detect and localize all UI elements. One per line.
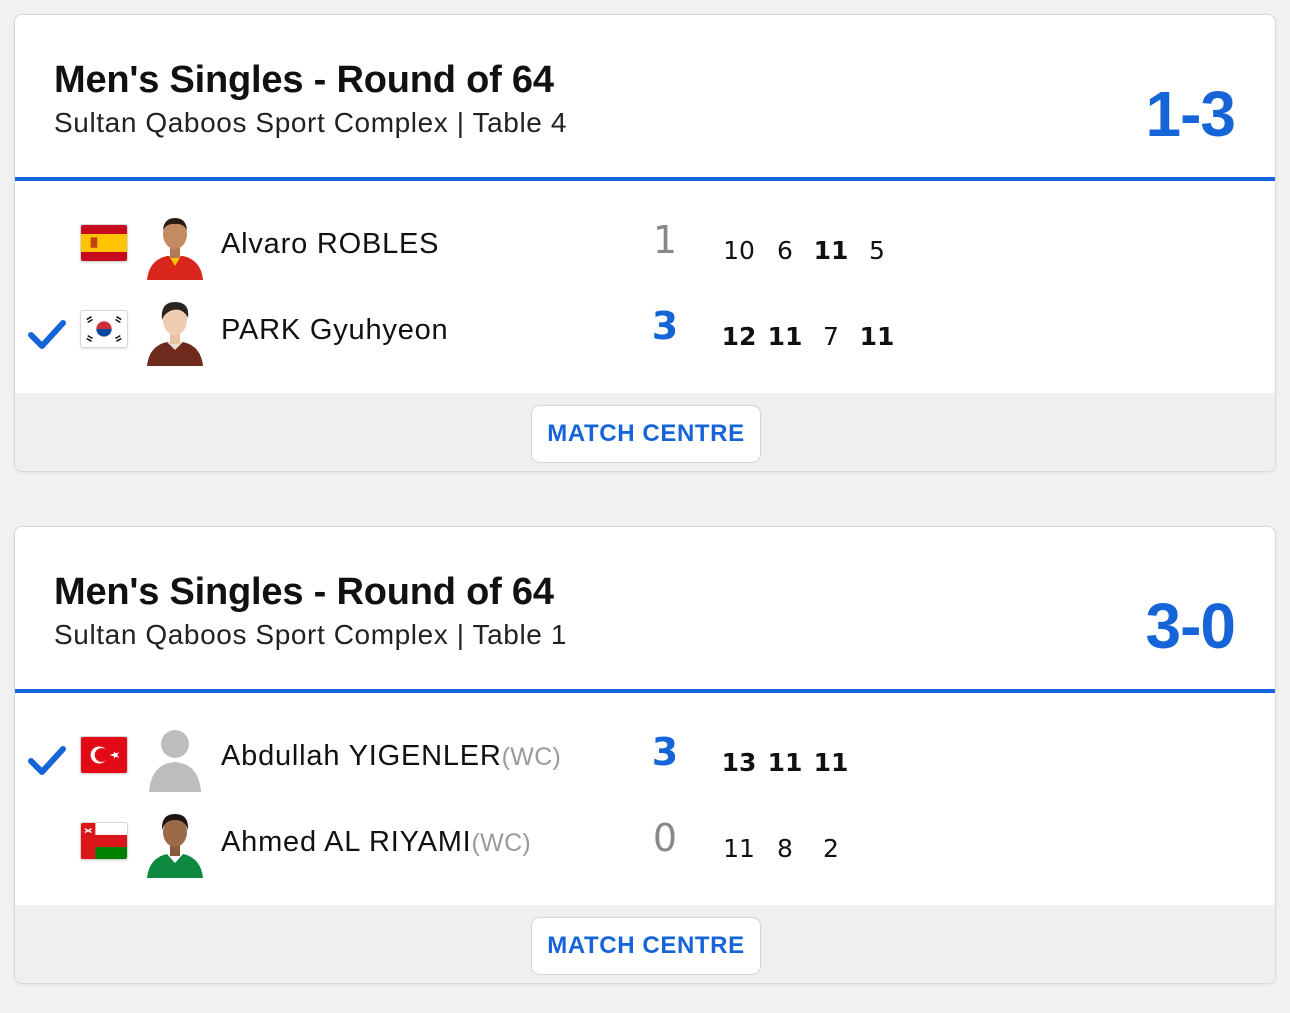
turkey-flag-icon — [80, 736, 128, 774]
game-score: 13 — [721, 748, 757, 777]
player-avatar — [143, 808, 207, 878]
player-tag: (WC) — [471, 829, 532, 857]
game-score: 11 — [813, 748, 849, 777]
player-row: PARK Gyuhyeon 3 12 11 7 11 — [15, 286, 1275, 372]
player-row: Abdullah YIGENLER(WC) 3 13 11 11 — [15, 712, 1275, 798]
match-title: Men's Singles - Round of 64 — [54, 59, 554, 101]
player-name-text: PARK Gyuhyeon — [221, 314, 449, 346]
player-name-text: Abdullah YIGENLER — [221, 740, 502, 772]
game-score: 10 — [723, 236, 755, 265]
game-score: 11 — [767, 748, 803, 777]
player-name-text: Ahmed AL RIYAMI — [221, 826, 472, 858]
game-score: 11 — [859, 322, 895, 351]
player-avatar — [143, 210, 207, 280]
game-score: 8 — [777, 834, 793, 863]
match-header: Men's Singles - Round of 64 Sultan Qaboo… — [15, 527, 1275, 693]
match-centre-button[interactable]: MATCH CENTRE — [531, 917, 761, 975]
match-venue: Sultan Qaboos Sport Complex | Table 4 — [54, 107, 568, 138]
games-won: 3 — [651, 304, 679, 348]
match-score: 1-3 — [1145, 78, 1236, 150]
game-score: 5 — [869, 236, 885, 265]
player-name[interactable]: Ahmed AL RIYAMI(WC) — [221, 826, 531, 859]
match-score: 3-0 — [1145, 590, 1236, 662]
winner-check-icon — [28, 746, 66, 775]
match-centre-button[interactable]: MATCH CENTRE — [531, 405, 761, 463]
player-avatar — [143, 296, 207, 366]
player-name[interactable]: Alvaro ROBLES — [221, 228, 439, 261]
match-card: Men's Singles - Round of 64 Sultan Qaboo… — [14, 526, 1276, 984]
game-score: 7 — [823, 322, 839, 351]
placeholder-avatar-icon — [143, 722, 207, 792]
spain-flag-icon — [80, 224, 128, 262]
game-score: 12 — [721, 322, 757, 351]
player-row: Ahmed AL RIYAMI(WC) 0 11 8 2 — [15, 798, 1275, 884]
player-tag: (WC) — [501, 743, 562, 771]
match-venue: Sultan Qaboos Sport Complex | Table 1 — [54, 619, 568, 650]
player-row: Alvaro ROBLES 1 10 6 11 5 — [15, 200, 1275, 286]
player-name[interactable]: Abdullah YIGENLER(WC) — [221, 740, 561, 773]
match-footer: MATCH CENTRE — [15, 393, 1275, 471]
games-won: 3 — [651, 730, 679, 774]
games-won: 0 — [652, 816, 678, 860]
match-title: Men's Singles - Round of 64 — [54, 571, 554, 613]
match-card: Men's Singles - Round of 64 Sultan Qaboo… — [14, 14, 1276, 472]
game-score: 6 — [777, 236, 793, 265]
game-score: 11 — [723, 834, 755, 863]
player-name-text: Alvaro ROBLES — [221, 228, 440, 260]
winner-check-icon — [28, 320, 66, 349]
match-footer: MATCH CENTRE — [15, 905, 1275, 983]
game-score: 2 — [823, 834, 839, 863]
player-name[interactable]: PARK Gyuhyeon — [221, 314, 448, 347]
oman-flag-icon — [80, 822, 128, 860]
games-won: 1 — [652, 218, 678, 262]
match-header: Men's Singles - Round of 64 Sultan Qaboo… — [15, 15, 1275, 181]
game-score: 11 — [767, 322, 803, 351]
south-korea-flag-icon — [80, 310, 128, 348]
game-score: 11 — [813, 236, 849, 265]
